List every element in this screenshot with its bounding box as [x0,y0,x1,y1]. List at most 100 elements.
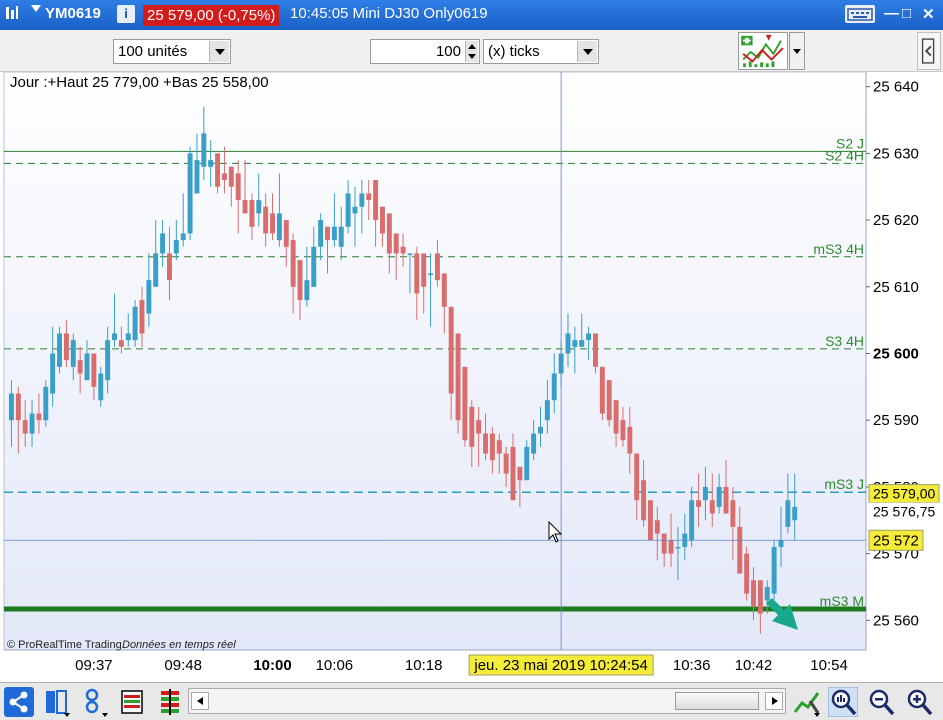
candle-body[interactable] [235,173,241,201]
zoom-out-icon[interactable] [866,687,896,717]
candle-body[interactable] [634,453,640,501]
candle-body[interactable] [654,520,660,534]
candle-body[interactable] [263,206,269,234]
candle-body[interactable] [572,340,578,347]
info-icon[interactable]: i [117,5,135,23]
candle-body[interactable] [414,253,420,294]
candle-body[interactable] [98,373,104,401]
candle-body[interactable] [792,506,798,521]
candle-body[interactable] [551,373,557,401]
strategy-icon[interactable] [738,32,788,70]
candle-body[interactable] [57,333,63,367]
app-icon[interactable] [4,5,20,21]
chevron-down-icon[interactable] [209,41,229,62]
candle-body[interactable] [8,393,14,421]
strategy-dropdown-button[interactable] [789,32,805,70]
candle-body[interactable] [187,153,193,234]
candle-body[interactable] [751,580,756,607]
candle-body[interactable] [469,406,475,447]
candle-body[interactable] [462,366,468,441]
candle-body[interactable] [647,500,653,541]
candle-body[interactable] [744,553,750,594]
candle-body[interactable] [785,500,791,527]
candle-body[interactable] [373,180,379,221]
plot-area[interactable] [3,72,867,651]
minimize-button[interactable]: — [884,5,899,22]
candle-body[interactable] [771,546,777,594]
table-icon[interactable] [118,687,148,717]
quantity-stepper[interactable]: 100 [370,39,480,64]
candle-body[interactable] [125,333,131,341]
candle-body[interactable] [716,486,722,507]
candle-body[interactable] [112,333,117,341]
candle-body[interactable] [723,486,729,514]
candle-body[interactable] [194,160,200,194]
candle-body[interactable] [256,200,262,214]
candle-body[interactable] [627,426,633,454]
candle-body[interactable] [118,340,124,347]
candle-body[interactable] [173,240,179,254]
keyboard-icon[interactable] [845,5,875,23]
candle-body[interactable] [180,233,186,241]
candle-body[interactable] [166,253,172,281]
candle-body[interactable] [283,220,289,247]
candle-body[interactable] [50,353,56,394]
candle-body[interactable] [455,333,461,421]
candle-body[interactable] [441,273,447,307]
candle-body[interactable] [318,220,324,247]
candle-body[interactable] [689,500,695,541]
candle-body[interactable] [352,206,358,214]
side-panel-toggle-icon[interactable] [917,32,941,70]
zoom-fit-icon[interactable] [828,687,858,717]
chevron-down-icon[interactable] [577,41,597,62]
candle-body[interactable] [620,420,626,441]
candle-body[interactable] [201,133,207,167]
candle-body[interactable] [709,500,715,514]
price-chart-canvas[interactable]: S2 JS2 4HmS3 4HS3 4HmS3 JmS3 M 25 64025 … [0,72,943,682]
candle-body[interactable] [489,433,495,461]
candle-body[interactable] [421,253,427,287]
candle-body[interactable] [586,333,592,341]
candle-body[interactable] [641,480,647,521]
price-chart[interactable]: S2 J S2 4H mS3 4H S3 4H mS3 JmS3 M 25 640 25 … [0,72,943,682]
candle-body[interactable] [77,360,83,374]
candle-body[interactable] [15,393,21,421]
candle-body[interactable] [579,340,585,347]
scroll-left-button[interactable] [191,692,209,710]
time-scrollbar[interactable] [188,688,786,714]
candle-body[interactable] [661,533,667,554]
candle-body[interactable] [696,500,702,507]
candle-body[interactable] [276,213,282,241]
candle-body[interactable] [393,233,399,254]
candle-body[interactable] [359,193,365,207]
candle-body[interactable] [311,246,317,287]
candle-body[interactable] [668,540,674,554]
candle-body[interactable] [153,253,159,287]
candle-body[interactable] [22,420,28,434]
candle-body[interactable] [242,200,248,214]
candle-body[interactable] [325,226,330,241]
candle-body[interactable] [407,253,413,255]
candle-body[interactable] [63,333,69,361]
candle-body[interactable] [544,400,550,421]
candle-body[interactable] [434,253,440,281]
tools-icon[interactable] [792,687,822,717]
level-label[interactable]: S2 4H [825,147,864,163]
candle-body[interactable] [84,353,90,381]
candle-body[interactable] [592,333,598,367]
spin-arrows-icon[interactable] [465,41,478,62]
template-icon[interactable] [42,687,72,717]
candle-body[interactable] [764,586,770,601]
candle-body[interactable] [599,366,605,414]
candle-body[interactable] [448,306,454,394]
candle-body[interactable] [304,280,310,301]
candle-body[interactable] [345,193,351,227]
level-label[interactable]: mS3 M [820,593,864,609]
candle-body[interactable] [496,440,502,454]
candle-body[interactable] [139,300,145,334]
candle-body[interactable] [538,426,543,434]
candle-body[interactable] [778,540,784,547]
candle-body[interactable] [331,226,337,241]
candle-body[interactable] [737,526,743,574]
candle-body[interactable] [338,226,344,247]
